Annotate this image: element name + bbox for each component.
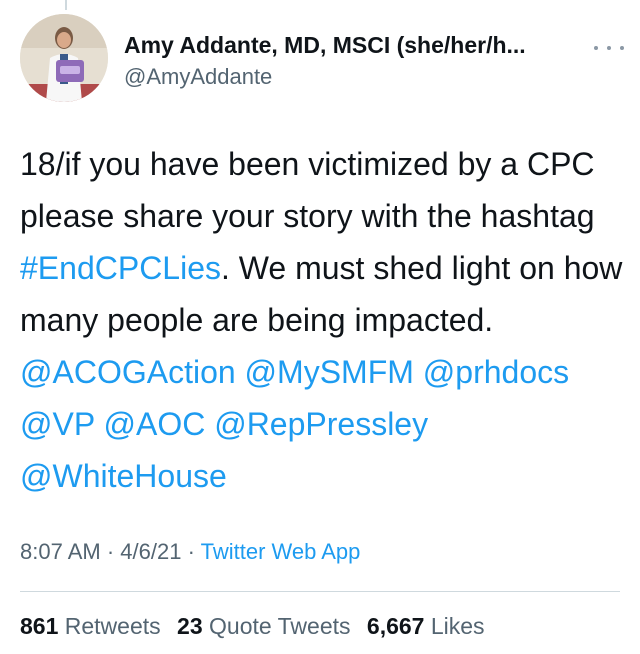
likes-count: 6,667 [366, 613, 425, 639]
more-dot [607, 46, 611, 50]
avatar[interactable] [20, 14, 108, 102]
retweets-stat[interactable]: 861 Retweets [20, 613, 161, 639]
tweet-time[interactable]: 8:07 AM [20, 539, 101, 564]
tweet-header: Amy Addante, MD, MSCI (she/her/h... @Amy… [20, 14, 624, 106]
mention-link[interactable]: @VP [20, 406, 95, 442]
mention-link[interactable]: @RepPressley [214, 406, 428, 442]
more-dot [594, 46, 598, 50]
quote-tweets-count: 23 [177, 613, 203, 639]
mention-link[interactable]: @MySMFM [245, 354, 414, 390]
more-dot [620, 46, 624, 50]
retweets-count: 861 [20, 613, 59, 639]
quote-tweets-stat[interactable]: 23 Quote Tweets [177, 613, 350, 639]
user-handle[interactable]: @AmyAddante [124, 62, 594, 92]
user-name-block: Amy Addante, MD, MSCI (she/her/h... @Amy… [124, 30, 594, 92]
mention-link[interactable]: @prhdocs [423, 354, 569, 390]
mention-link[interactable]: @ACOGAction [20, 354, 236, 390]
mention-link[interactable]: @WhiteHouse [20, 458, 227, 494]
tweet-date[interactable]: 4/6/21 [120, 539, 181, 564]
avatar-image [20, 14, 108, 102]
tweet-text-segment [236, 354, 245, 390]
tweet-meta: 8:07 AM · 4/6/21 · Twitter Web App [20, 537, 360, 567]
tweet-text-segment [205, 406, 214, 442]
mention-link[interactable]: @AOC [103, 406, 205, 442]
tweet-stats: 861 Retweets 23 Quote Tweets 6,667 Likes [20, 611, 495, 641]
likes-label: Likes [430, 613, 485, 639]
meta-separator: · [181, 539, 201, 564]
divider [20, 591, 620, 592]
meta-separator: · [100, 539, 121, 564]
tweet-text: 18/if you have been victimized by a CPC … [20, 138, 625, 502]
likes-stat[interactable]: 6,667 Likes [367, 613, 485, 639]
user-display-name[interactable]: Amy Addante, MD, MSCI (she/her/h... [124, 30, 594, 60]
hashtag-link[interactable]: #EndCPCLies [20, 250, 221, 286]
more-horizontal-icon[interactable] [594, 38, 624, 58]
tweet-text-segment: 18/if you have been victimized by a CPC … [20, 146, 595, 234]
retweets-label: Retweets [64, 613, 161, 639]
tweet-source[interactable]: Twitter Web App [201, 539, 361, 564]
quote-tweets-label: Quote Tweets [209, 613, 351, 639]
tweet-text-segment [414, 354, 423, 390]
thread-connector-line [65, 0, 67, 10]
